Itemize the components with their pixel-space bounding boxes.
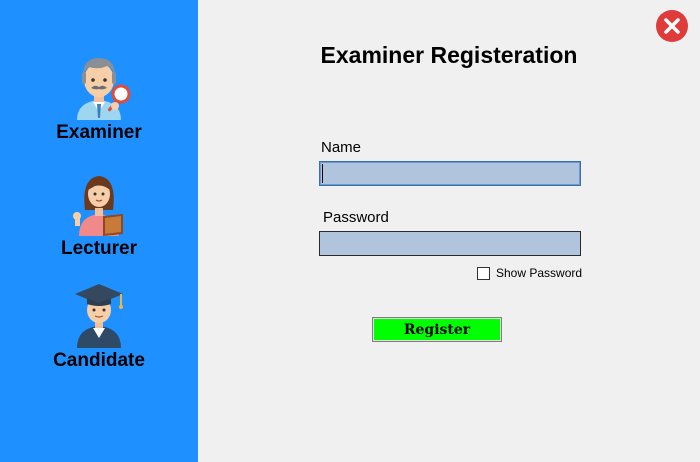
password-label: Password [323, 209, 389, 226]
show-password-checkbox[interactable] [477, 266, 490, 280]
sidebar-item-label: Lecturer [60, 238, 138, 259]
sidebar-item-label: Examiner [56, 122, 142, 143]
sidebar-item-label: Candidate [53, 350, 145, 371]
register-button[interactable]: Register [372, 317, 502, 342]
sidebar: Examiner Lecturer Candidate [0, 0, 198, 462]
sidebar-item-candidate[interactable]: Candidate [0, 282, 198, 372]
close-icon [664, 18, 680, 34]
lecturer-icon [73, 176, 123, 236]
sidebar-item-lecturer[interactable]: Lecturer [0, 170, 198, 260]
name-input[interactable] [319, 161, 581, 186]
close-button[interactable] [656, 10, 688, 42]
sidebar-item-examiner[interactable]: Examiner [0, 52, 198, 144]
show-password-label: Show Password [496, 266, 583, 280]
text-caret [322, 164, 323, 183]
show-password-toggle[interactable]: Show Password [477, 266, 582, 280]
examiner-icon [77, 58, 131, 120]
page-title: Examiner Registeration [320, 42, 578, 68]
password-input[interactable] [319, 231, 581, 256]
name-label: Name [321, 139, 362, 156]
candidate-icon [75, 284, 123, 348]
